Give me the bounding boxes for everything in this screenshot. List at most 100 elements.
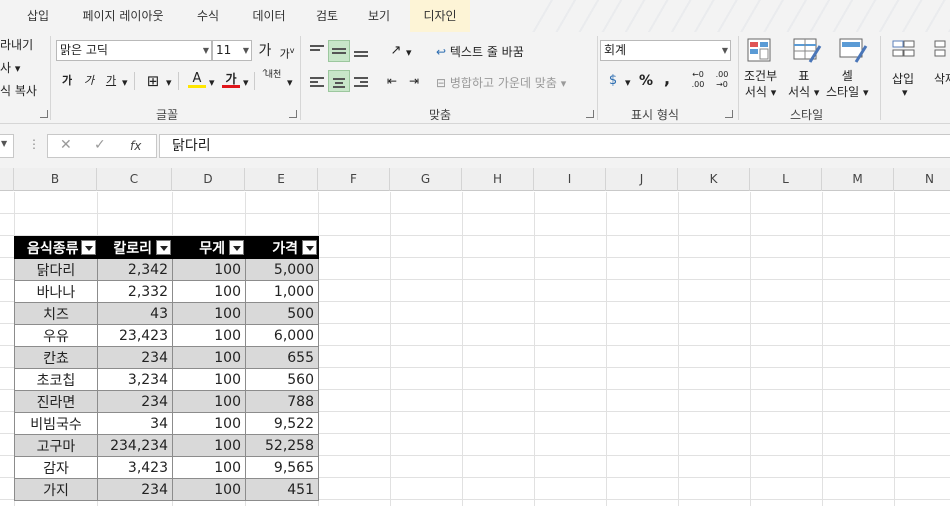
cell-food[interactable]: 가지	[14, 478, 98, 501]
cell-weight[interactable]: 100	[172, 456, 246, 479]
header-weight[interactable]: 무게	[172, 236, 246, 259]
column-header-c[interactable]: C	[97, 168, 172, 191]
column-header-f[interactable]: F	[318, 168, 390, 191]
delete-cells-button[interactable]: 삭제	[934, 70, 950, 87]
number-launcher-icon[interactable]	[725, 110, 733, 118]
cell-calories[interactable]: 3,423	[97, 456, 173, 479]
enter-icon[interactable]: ✓	[94, 137, 106, 153]
tab-view[interactable]: 보기	[356, 0, 402, 32]
cell-calories[interactable]: 3,234	[97, 368, 173, 391]
align-right-icon[interactable]	[351, 70, 371, 92]
underline-button[interactable]: 가	[102, 70, 120, 92]
cell-weight[interactable]: 100	[172, 324, 246, 347]
column-header-g[interactable]: G	[390, 168, 462, 191]
cell-food[interactable]: 치즈	[14, 302, 98, 325]
cell-calories[interactable]: 2,332	[97, 280, 173, 303]
more-options-icon[interactable]: ⋮	[28, 137, 40, 151]
cell-calories[interactable]: 43	[97, 302, 173, 325]
clipboard-launcher-icon[interactable]	[40, 110, 48, 118]
cell-food[interactable]: 감자	[14, 456, 98, 479]
tab-insert[interactable]: 삽입	[14, 0, 62, 32]
align-left-icon[interactable]	[307, 70, 327, 92]
cell-calories[interactable]: 23,423	[97, 324, 173, 347]
copy-button[interactable]: 사 ▾	[0, 59, 20, 76]
column-header-n[interactable]: N	[894, 168, 950, 191]
cancel-icon[interactable]: ✕	[60, 137, 72, 153]
cut-button[interactable]: 라내기	[0, 36, 33, 53]
cell-price[interactable]: 9,565	[245, 456, 319, 479]
tab-review[interactable]: 검토	[306, 0, 348, 32]
column-header-l[interactable]: L	[750, 168, 822, 191]
header-price[interactable]: 가격	[245, 236, 319, 259]
header-food-type[interactable]: 음식종류	[14, 236, 98, 259]
format-as-table-icon[interactable]	[792, 36, 822, 66]
cell-food[interactable]: 칸쵸	[14, 346, 98, 369]
filter-dropdown-icon[interactable]	[302, 240, 317, 255]
cell-weight[interactable]: 100	[172, 302, 246, 325]
column-header-e[interactable]: E	[245, 168, 318, 191]
conditional-format-icon[interactable]	[746, 36, 776, 66]
cell-weight[interactable]: 100	[172, 478, 246, 501]
column-header-h[interactable]: H	[462, 168, 534, 191]
cell-weight[interactable]: 100	[172, 280, 246, 303]
filter-dropdown-icon[interactable]	[156, 240, 171, 255]
font-name-combo[interactable]: 맑은 고딕 ▼	[56, 40, 212, 61]
cell-calories[interactable]: 34	[97, 412, 173, 435]
format-painter-button[interactable]: 식 복사	[0, 82, 37, 99]
tab-design[interactable]: 디자인	[410, 0, 470, 32]
header-calories[interactable]: 칼로리	[97, 236, 173, 259]
decrease-decimal-button[interactable]: .00 →0	[712, 70, 732, 92]
font-launcher-icon[interactable]	[289, 110, 297, 118]
alignment-launcher-icon[interactable]	[586, 110, 594, 118]
cell-calories[interactable]: 234	[97, 390, 173, 413]
column-header-i[interactable]: I	[534, 168, 606, 191]
phonetic-button[interactable]: 내천	[262, 70, 284, 92]
cell-food[interactable]: 비빔국수	[14, 412, 98, 435]
comma-button[interactable]: ,	[658, 68, 676, 90]
decrease-indent-icon[interactable]: ⇤	[382, 70, 402, 92]
shrink-font-button[interactable]: 가v	[278, 40, 296, 62]
cell-weight[interactable]: 100	[172, 368, 246, 391]
column-header-m[interactable]: M	[822, 168, 894, 191]
bold-button[interactable]: 가	[58, 70, 76, 92]
chevron-down-icon[interactable]: ▾	[166, 76, 172, 89]
column-header-j[interactable]: J	[606, 168, 678, 191]
insert-cells-icon[interactable]	[890, 36, 920, 66]
align-top-icon[interactable]	[307, 40, 327, 62]
column-header-d[interactable]: D	[172, 168, 245, 191]
chevron-down-icon[interactable]: ▾	[209, 76, 215, 89]
cell-food[interactable]: 진라면	[14, 390, 98, 413]
cell-food[interactable]: 우유	[14, 324, 98, 347]
align-bottom-icon[interactable]	[351, 40, 371, 62]
cell-price[interactable]: 6,000	[245, 324, 319, 347]
chevron-down-icon[interactable]: ▾	[122, 76, 128, 89]
column-header-a[interactable]	[0, 168, 14, 191]
orientation-icon[interactable]: ↗	[384, 40, 408, 62]
number-format-combo[interactable]: 회계 ▼	[600, 40, 731, 61]
font-size-combo[interactable]: 11 ▼	[212, 40, 252, 61]
tab-data[interactable]: 데이터	[240, 0, 298, 32]
accounting-format-icon[interactable]: $	[602, 70, 624, 92]
align-middle-icon[interactable]	[328, 40, 350, 62]
cell-price[interactable]: 655	[245, 346, 319, 369]
format-as-table-button[interactable]: 표 서식 ▾	[788, 68, 819, 101]
filter-dropdown-icon[interactable]	[81, 240, 96, 255]
borders-icon[interactable]: ⊞	[144, 70, 162, 92]
cell-price[interactable]: 451	[245, 478, 319, 501]
cell-weight[interactable]: 100	[172, 412, 246, 435]
font-color-icon[interactable]: 가	[222, 68, 240, 90]
cell-calories[interactable]: 234,234	[97, 434, 173, 457]
cell-styles-button[interactable]: 셀 스타일 ▾	[826, 68, 868, 101]
insert-function-icon[interactable]: fx	[130, 139, 141, 153]
cell-food[interactable]: 고구마	[14, 434, 98, 457]
cell-price[interactable]: 9,522	[245, 412, 319, 435]
cell-calories[interactable]: 234	[97, 478, 173, 501]
cell-food[interactable]: 닭다리	[14, 258, 98, 281]
chevron-down-icon[interactable]: ▾	[243, 76, 249, 89]
formula-input[interactable]: 닭다리	[159, 134, 950, 158]
cell-food[interactable]: 초코칩	[14, 368, 98, 391]
italic-button[interactable]: 가	[80, 70, 98, 92]
increase-decimal-button[interactable]: ←0 .00	[688, 70, 708, 92]
cell-price[interactable]: 500	[245, 302, 319, 325]
cell-weight[interactable]: 100	[172, 434, 246, 457]
